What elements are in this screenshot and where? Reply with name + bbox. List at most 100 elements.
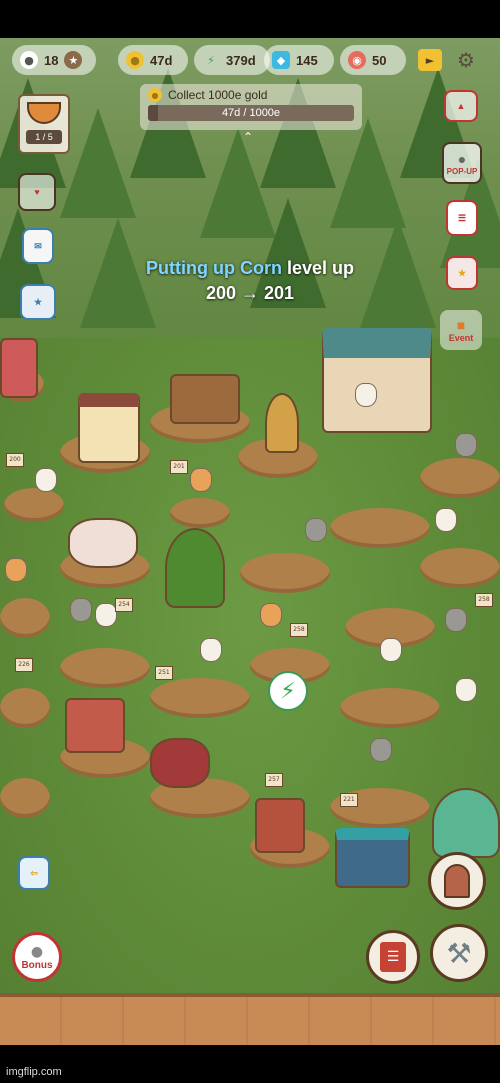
- cat-count-pill[interactable]: ● 18 ★: [12, 45, 96, 75]
- cat[interactable]: [200, 638, 222, 662]
- hammer-icon: ⚒: [446, 936, 472, 970]
- cat-icon: ●: [20, 51, 38, 69]
- pine-tree: [330, 118, 406, 228]
- station-plot[interactable]: [170, 498, 230, 528]
- cat-count: 18: [44, 52, 59, 68]
- game-scene[interactable]: 200 201 258 258 254 251 257 221 226: [0, 38, 500, 1045]
- gold-coin-icon: ●: [148, 88, 162, 102]
- toast-suffix: level up: [286, 258, 354, 278]
- top-hud: ● 18 ★ ● 47d ⚡ 379d ◆ 145 ◉ 50 ► ⚙: [8, 45, 492, 77]
- recipe-book-button[interactable]: 1 / 5: [18, 94, 70, 154]
- cat[interactable]: [370, 738, 392, 762]
- mail-icon: ✉: [34, 240, 42, 251]
- gold-value: 47d: [150, 52, 173, 68]
- gear-icon[interactable]: ⚙: [454, 48, 478, 72]
- cat-house[interactable]: [322, 328, 432, 433]
- level-sign: 257: [265, 773, 283, 787]
- door-button[interactable]: [428, 852, 486, 910]
- shop-basket-button[interactable]: ▲: [444, 90, 478, 122]
- cat[interactable]: [455, 433, 477, 457]
- cat[interactable]: [35, 468, 57, 492]
- quest-progress-bar: 47d / 1000e: [148, 105, 354, 121]
- station-plot[interactable]: [240, 553, 330, 593]
- station-plot[interactable]: [0, 688, 50, 728]
- cat[interactable]: [380, 638, 402, 662]
- station-plot[interactable]: [420, 548, 500, 588]
- lightning-icon: ⚡: [280, 678, 296, 704]
- ticket-pill[interactable]: ◉ 50: [340, 45, 406, 75]
- event-gift-icon: ■: [456, 317, 466, 333]
- level-sign: 221: [340, 793, 358, 807]
- station-plot[interactable]: [0, 778, 50, 818]
- menu-book-icon: ☰: [380, 942, 406, 972]
- gold-coin-icon: ●: [126, 51, 144, 69]
- fishbowl[interactable]: [432, 788, 500, 858]
- cat-face-icon: ●: [457, 150, 467, 167]
- popup-store-button[interactable]: ● POP-UP: [442, 142, 482, 184]
- station-plot[interactable]: [4, 488, 64, 522]
- station-plot[interactable]: [330, 508, 430, 548]
- popup-label: POP-UP: [446, 166, 478, 176]
- cat-chat-icon: ♥: [34, 187, 40, 197]
- menu-book-button[interactable]: ☰: [366, 930, 420, 984]
- soup-bowl-icon: [27, 102, 61, 124]
- quest-panel[interactable]: ● Collect 1000e gold 47d / 1000e: [140, 84, 362, 130]
- cat[interactable]: [455, 678, 477, 702]
- gem-value: 145: [296, 52, 318, 68]
- level-up-toast: Putting up Corn level up 200 → 201: [0, 258, 500, 304]
- chevron-up-icon[interactable]: ⌃: [243, 130, 253, 144]
- cat[interactable]: [190, 468, 212, 492]
- event-label: Event: [448, 333, 474, 343]
- pine-tree: [60, 108, 136, 218]
- recipe-progress: 1 / 5: [26, 130, 62, 144]
- cat[interactable]: [435, 508, 457, 532]
- toast-from-level: 200: [205, 283, 236, 303]
- gem-pill[interactable]: ◆ 145: [264, 45, 334, 75]
- chat-bubble-button[interactable]: ♥: [18, 173, 56, 211]
- level-sign: 254: [115, 598, 133, 612]
- gem-icon: ◆: [272, 51, 290, 69]
- cat[interactable]: [260, 603, 282, 627]
- quest-list-button[interactable]: ☰: [446, 200, 478, 236]
- cat[interactable]: [355, 383, 377, 407]
- ticket-value: 50: [372, 52, 387, 68]
- market-cart[interactable]: [335, 828, 410, 888]
- build-hammer-button[interactable]: ⚒: [430, 924, 488, 982]
- event-button[interactable]: ■ Event: [440, 310, 482, 350]
- jar-station[interactable]: [150, 738, 210, 788]
- station-plot[interactable]: [420, 458, 500, 498]
- rice-cake-station[interactable]: [68, 518, 138, 568]
- gold-pill[interactable]: ● 47d: [118, 45, 188, 75]
- arrow-right-icon: →: [241, 283, 259, 303]
- exit-button[interactable]: ⇦: [18, 856, 50, 890]
- bonus-label: Bonus: [21, 959, 53, 971]
- energy-pill[interactable]: ⚡ 379d: [194, 45, 270, 75]
- cat[interactable]: [305, 518, 327, 542]
- quest-progress-text: 47d / 1000e: [221, 107, 281, 119]
- station-plot[interactable]: [340, 688, 440, 728]
- arrow-left-icon: ⇦: [30, 867, 38, 878]
- basket-icon: ▲: [456, 101, 466, 111]
- cat[interactable]: [70, 598, 92, 622]
- cat[interactable]: [5, 558, 27, 582]
- cat[interactable]: [445, 608, 467, 632]
- station-plot[interactable]: [60, 648, 150, 688]
- book-stall[interactable]: [78, 393, 140, 463]
- station-plot[interactable]: [150, 678, 250, 718]
- station-plot[interactable]: [0, 598, 50, 638]
- chest-station[interactable]: [65, 698, 125, 753]
- glowing-lamp[interactable]: [265, 393, 299, 453]
- wooden-floor: [0, 993, 500, 1045]
- chef-cat-icon: ●: [30, 943, 44, 960]
- level-sign: 258: [475, 593, 493, 607]
- stall[interactable]: [0, 338, 38, 398]
- notice-board[interactable]: [255, 798, 305, 853]
- bonus-button[interactable]: ● Bonus: [12, 932, 62, 982]
- level-sign: 200: [6, 453, 24, 467]
- lightning-icon: ⚡: [207, 53, 215, 67]
- level-sign: 226: [15, 658, 33, 672]
- barrel-fence[interactable]: [170, 374, 240, 424]
- megaphone-icon[interactable]: ►: [418, 49, 442, 71]
- cat[interactable]: [95, 603, 117, 627]
- energy-collect-button[interactable]: ⚡: [268, 671, 308, 711]
